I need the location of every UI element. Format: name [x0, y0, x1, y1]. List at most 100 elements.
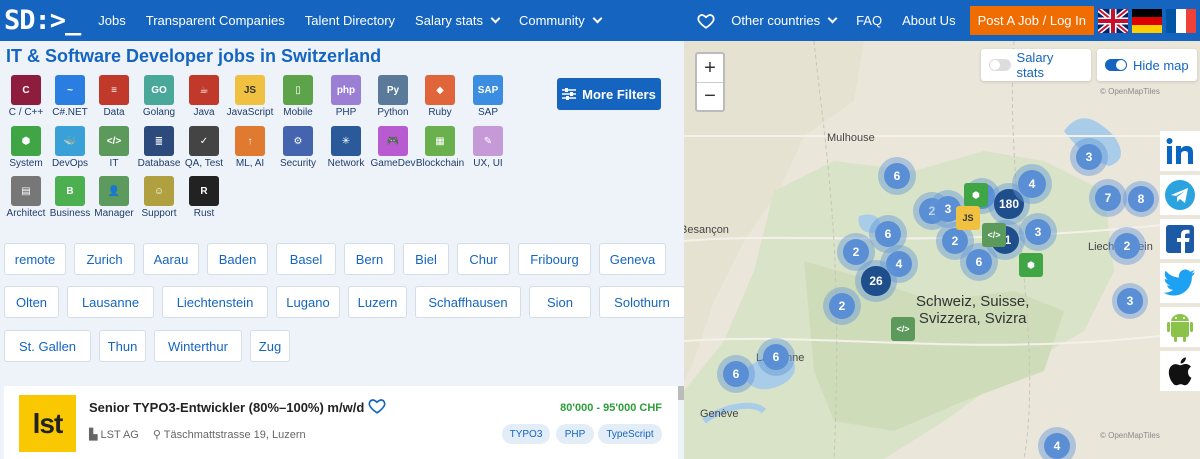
tech-filter-qa-test[interactable]: ✓ QA, Test: [178, 126, 230, 169]
city-filter-bern[interactable]: Bern: [344, 243, 395, 275]
job-list-panel: IT & Software Developer jobs in Switzerl…: [0, 41, 684, 459]
city-filter-basel[interactable]: Basel: [276, 243, 336, 275]
heart-icon[interactable]: [697, 12, 715, 30]
salary-stats-toggle[interactable]: Salary stats: [981, 49, 1091, 81]
toggle-switch-icon: [1105, 59, 1127, 71]
map-cluster[interactable]: 6: [878, 157, 916, 195]
hide-map-toggle[interactable]: Hide map: [1097, 49, 1197, 81]
more-filters-button[interactable]: More Filters: [557, 78, 661, 110]
map-label-country: Schweiz, Suisse, Svizzera, Svizra: [916, 293, 1030, 327]
nav-community[interactable]: Community: [509, 13, 611, 28]
tech-filter-python[interactable]: Py Python: [367, 75, 419, 118]
city-filter-baden[interactable]: Baden: [207, 243, 268, 275]
job-tag[interactable]: TypeScript: [598, 424, 662, 444]
map-cluster[interactable]: 7: [1089, 179, 1127, 217]
city-filter-aarau[interactable]: Aarau: [143, 243, 199, 275]
tech-filter-blockchain[interactable]: ▦ Blockchain: [414, 126, 466, 169]
linkedin-icon[interactable]: [1160, 131, 1200, 171]
job-tag[interactable]: TYPO3: [502, 424, 550, 444]
nav-transparent-companies[interactable]: Transparent Companies: [136, 13, 295, 28]
city-filter-olten[interactable]: Olten: [4, 286, 59, 318]
city-filter-geneva[interactable]: Geneva: [599, 243, 666, 275]
tech-filter-ruby[interactable]: ◆ Ruby: [414, 75, 466, 118]
city-filter-st-gallen[interactable]: St. Gallen: [4, 330, 91, 362]
nav-faq[interactable]: FAQ: [846, 13, 892, 28]
job-company: ▙ LST AG: [89, 428, 139, 441]
tech-filter-javascript[interactable]: JS JavaScript: [224, 75, 276, 118]
tech-filter-ux-ui[interactable]: ✎ UX, UI: [462, 126, 514, 169]
map-cluster[interactable]: 6: [717, 355, 755, 393]
tech-filter-label: QA, Test: [184, 158, 224, 169]
tech-filter-security[interactable]: ⚙ Security: [272, 126, 324, 169]
post-job-login-button[interactable]: Post A Job / Log In: [969, 6, 1094, 35]
tech-filter-label: Mobile: [283, 107, 313, 118]
city-filter-solothurn[interactable]: Solothurn: [599, 286, 684, 318]
job-tag[interactable]: PHP: [556, 424, 594, 444]
map-cluster[interactable]: 8: [1123, 181, 1159, 217]
telegram-icon[interactable]: [1160, 175, 1200, 215]
zoom-in-button[interactable]: +: [697, 54, 723, 82]
tech-filter-java[interactable]: ☕ Java: [178, 75, 230, 118]
tech-filter-network[interactable]: ✳ Network: [320, 126, 372, 169]
nav-other-countries[interactable]: Other countries: [721, 13, 846, 28]
city-filter-winterthur[interactable]: Winterthur: [154, 330, 242, 362]
city-filter-zug[interactable]: Zug: [250, 330, 290, 362]
apple-icon[interactable]: [1160, 351, 1200, 391]
city-filter-sion[interactable]: Sion: [529, 286, 591, 318]
tech-filter-gamedev[interactable]: 🎮 GameDev: [367, 126, 419, 169]
tech-filter-rust[interactable]: R Rust: [178, 176, 230, 219]
city-filter-zurich[interactable]: Zurich: [74, 243, 135, 275]
city-filter-luzern[interactable]: Luzern: [348, 286, 407, 318]
nav-talent-directory[interactable]: Talent Directory: [295, 13, 405, 28]
map-cluster[interactable]: 3: [1112, 283, 1148, 319]
nav-salary-stats[interactable]: Salary stats: [405, 13, 509, 28]
android-icon[interactable]: [1160, 307, 1200, 347]
flag-fr-icon[interactable]: [1166, 8, 1196, 33]
it-marker-icon[interactable]: </>: [982, 223, 1006, 247]
map-cluster[interactable]: 2: [823, 287, 861, 325]
nav-about-us[interactable]: About Us: [892, 13, 965, 28]
city-filter-remote[interactable]: remote: [4, 243, 66, 275]
facebook-icon[interactable]: [1160, 219, 1200, 259]
javascript-marker-icon[interactable]: JS: [956, 206, 980, 230]
map-cluster[interactable]: 26: [855, 260, 897, 302]
job-title[interactable]: Senior TYPO3-Entwickler (80%–100%) m/w/d: [89, 400, 364, 415]
system-marker-icon[interactable]: ⬢: [1019, 253, 1043, 277]
map-cluster[interactable]: 6: [757, 338, 795, 376]
job-location-text: Täschmattstrasse 19, Luzern: [163, 429, 306, 441]
map-cluster-count: 2: [842, 238, 870, 266]
city-filter-chur[interactable]: Chur: [457, 243, 510, 275]
map-cluster[interactable]: 3: [1070, 138, 1108, 176]
building-icon: ▙: [89, 429, 101, 441]
map-cluster[interactable]: 4: [1012, 164, 1052, 204]
city-filter-lugano[interactable]: Lugano: [276, 286, 340, 318]
map-cluster[interactable]: 6: [960, 243, 998, 281]
flag-uk-icon[interactable]: [1098, 8, 1128, 33]
city-filter-schaffhausen[interactable]: Schaffhausen: [415, 286, 521, 318]
job-card[interactable]: lst Senior TYPO3-Entwickler (80%–100%) m…: [4, 386, 678, 459]
map-cluster[interactable]: 3: [1019, 213, 1057, 251]
system-marker-icon[interactable]: ⬢: [964, 183, 988, 207]
city-filter-lausanne[interactable]: Lausanne: [67, 286, 154, 318]
tech-filter-php[interactable]: php PHP: [320, 75, 372, 118]
jobs-map[interactable]: + − Salary stats Hide map © OpenMapTiles…: [684, 41, 1200, 459]
map-cluster[interactable]: 2: [1108, 227, 1146, 265]
city-filter-thun[interactable]: Thun: [99, 330, 146, 362]
twitter-icon[interactable]: [1160, 263, 1200, 303]
city-filter-biel[interactable]: Biel: [403, 243, 449, 275]
tech-filter-ml-ai[interactable]: ↑ ML, AI: [224, 126, 276, 169]
tech-filter-label: Blockchain: [415, 158, 465, 169]
site-logo[interactable]: SD:>_: [4, 5, 81, 36]
map-cluster[interactable]: 4: [1038, 427, 1076, 459]
tech-filter-label: JavaScript: [226, 107, 274, 118]
flag-de-icon[interactable]: [1132, 8, 1162, 33]
heart-icon[interactable]: [368, 397, 386, 415]
tech-filter-sap[interactable]: SAP SAP: [462, 75, 514, 118]
data-icon: ≡: [99, 75, 129, 105]
nav-jobs[interactable]: Jobs: [88, 13, 135, 28]
tech-filter-mobile[interactable]: ▯ Mobile: [272, 75, 324, 118]
city-filter-fribourg[interactable]: Fribourg: [518, 243, 591, 275]
zoom-out-button[interactable]: −: [697, 82, 723, 110]
it-marker-icon[interactable]: </>: [891, 317, 915, 341]
city-filter-liechtenstein[interactable]: Liechtenstein: [162, 286, 268, 318]
